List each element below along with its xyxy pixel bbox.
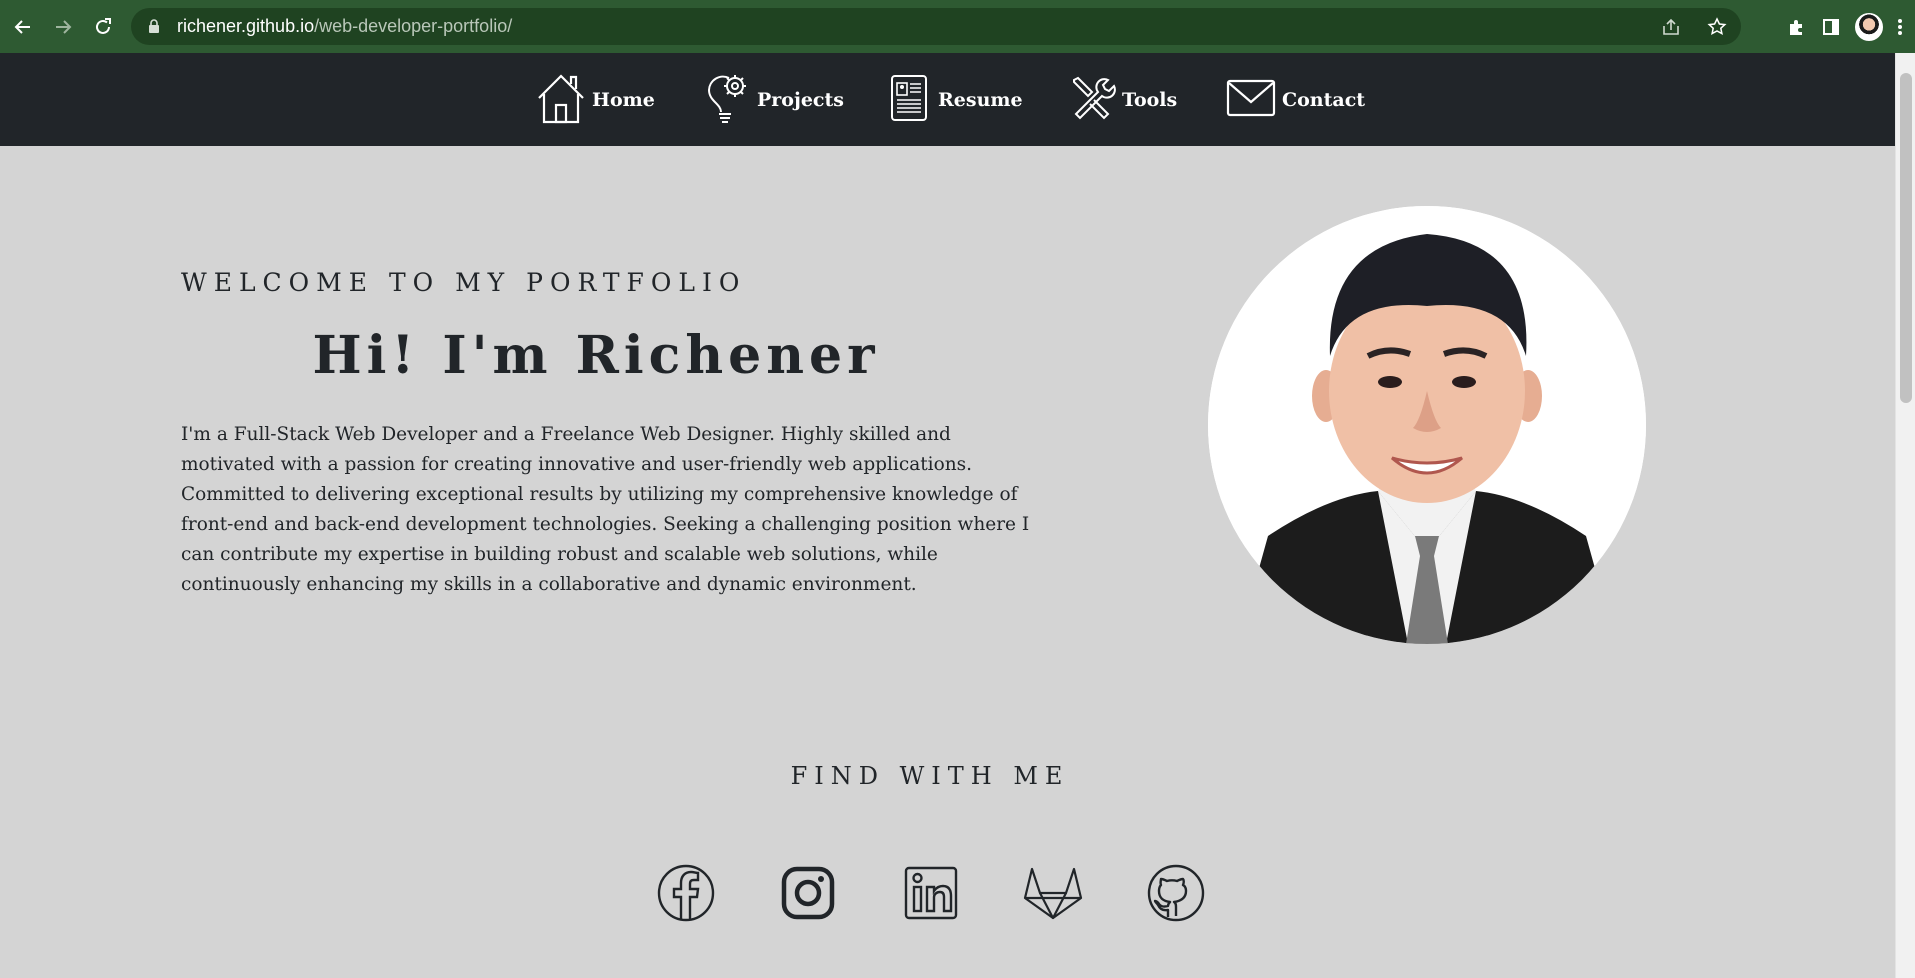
page-scrollbar[interactable] xyxy=(1895,53,1915,978)
lock-icon xyxy=(145,19,163,34)
gitlab-link[interactable] xyxy=(1022,864,1084,926)
nav-resume-label: Resume xyxy=(938,88,1023,111)
url-path: /web-developer-portfolio/ xyxy=(314,16,513,36)
social-links xyxy=(655,864,1215,928)
instagram-icon xyxy=(781,866,835,924)
forward-button[interactable] xyxy=(43,0,83,53)
tools-icon xyxy=(1068,74,1116,126)
back-button[interactable] xyxy=(3,0,43,53)
url-host: richener.github.io xyxy=(177,16,315,36)
greeting-title: Hi! I'm Richener xyxy=(312,325,880,386)
linkedin-icon xyxy=(903,865,959,925)
linkedin-link[interactable] xyxy=(900,864,962,926)
about-paragraph: I'm a Full-Stack Web Developer and a Fre… xyxy=(181,424,1030,595)
find-with-me-heading: FIND WITH ME xyxy=(790,762,1070,790)
extensions-puzzle-icon[interactable] xyxy=(1787,17,1807,37)
github-icon xyxy=(1146,863,1206,927)
reload-button[interactable] xyxy=(83,0,123,53)
home-icon xyxy=(536,72,586,128)
gitlab-icon xyxy=(1022,865,1084,925)
browser-toolbar: richener.github.io/web-developer-portfol… xyxy=(0,0,1915,53)
nav-home[interactable]: Home xyxy=(536,53,655,146)
nav-projects[interactable]: Projects xyxy=(703,53,844,146)
bookmark-star-icon[interactable] xyxy=(1707,16,1727,37)
profile-photo xyxy=(1208,206,1646,644)
site-navbar: Home Projects Resume Tools Contact xyxy=(0,53,1895,146)
nav-tools[interactable]: Tools xyxy=(1068,53,1177,146)
resume-icon xyxy=(888,72,932,128)
envelope-icon xyxy=(1226,78,1276,122)
url-text: richener.github.io/web-developer-portfol… xyxy=(177,16,512,37)
lightbulb-gear-icon xyxy=(703,72,751,128)
nav-projects-label: Projects xyxy=(757,88,844,111)
share-icon[interactable] xyxy=(1661,17,1681,37)
nav-contact-label: Contact xyxy=(1282,88,1366,111)
nav-home-label: Home xyxy=(592,88,655,111)
welcome-heading: WELCOME TO MY PORTFOLIO xyxy=(181,268,747,297)
back-arrow-icon xyxy=(14,19,30,34)
github-link[interactable] xyxy=(1145,864,1207,926)
instagram-link[interactable] xyxy=(777,864,839,926)
profile-avatar[interactable] xyxy=(1855,12,1883,41)
reload-icon xyxy=(96,17,111,34)
facebook-link[interactable] xyxy=(655,864,717,926)
scrollbar-thumb[interactable] xyxy=(1900,73,1912,403)
facebook-icon xyxy=(657,864,715,926)
forward-arrow-icon xyxy=(56,19,72,34)
nav-contact[interactable]: Contact xyxy=(1226,53,1365,146)
nav-resume[interactable]: Resume xyxy=(888,53,1023,146)
nav-tools-label: Tools xyxy=(1122,88,1178,111)
side-panel-icon[interactable] xyxy=(1821,17,1841,37)
address-bar[interactable]: richener.github.io/web-developer-portfol… xyxy=(131,8,1741,45)
kebab-menu-icon[interactable] xyxy=(1897,17,1903,37)
